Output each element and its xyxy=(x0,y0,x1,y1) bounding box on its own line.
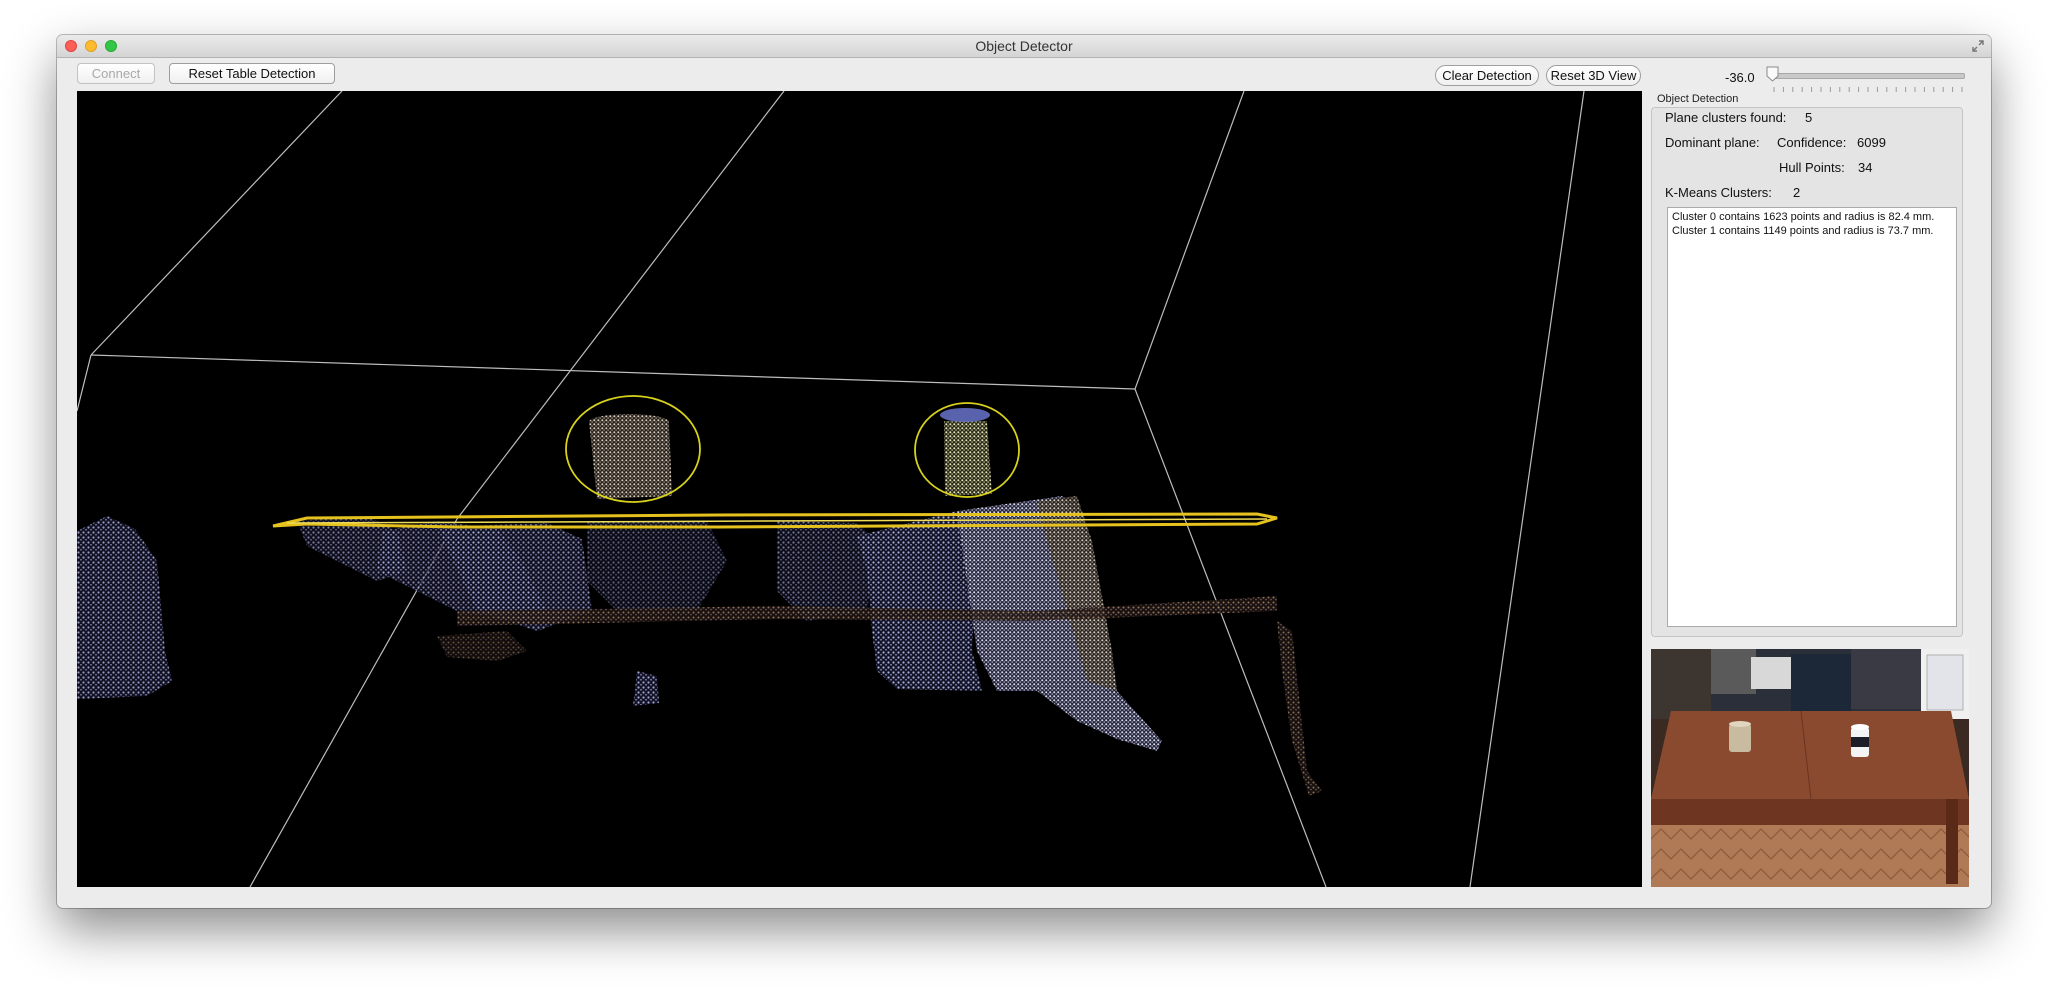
point-cloud-canvas xyxy=(77,91,1585,887)
fullscreen-icon[interactable] xyxy=(1971,39,1985,53)
slider-thumb[interactable] xyxy=(1766,66,1779,82)
slider-track[interactable] xyxy=(1773,73,1965,79)
hull-points-label: Hull Points: xyxy=(1779,160,1845,175)
rotation-slider[interactable]: -36.0 xyxy=(1725,63,1965,93)
window-title: Object Detector xyxy=(975,38,1073,54)
table-plane-hull xyxy=(272,512,1278,529)
plane-clusters-value: 5 xyxy=(1805,110,1813,125)
object-detection-group-title: Object Detection xyxy=(1657,93,1739,105)
clear-detection-button[interactable]: Clear Detection xyxy=(1435,65,1539,86)
point-cloud-viewport[interactable] xyxy=(77,91,1642,887)
app-window: Object Detector Connect Reset Table Dete… xyxy=(57,35,1991,908)
reset-3d-view-button[interactable]: Reset 3D View xyxy=(1546,65,1641,86)
reset-table-detection-button[interactable]: Reset Table Detection xyxy=(169,63,335,84)
point-cloud xyxy=(77,408,1322,796)
bounding-box-wireframe xyxy=(77,91,1585,887)
title-bar: Object Detector xyxy=(57,35,1991,58)
plane-clusters-label: Plane clusters found: xyxy=(1665,110,1787,125)
dominant-plane-label: Dominant plane: xyxy=(1665,135,1760,150)
camera-preview xyxy=(1651,649,1969,887)
confidence-label: Confidence: xyxy=(1777,135,1847,150)
kmeans-clusters-value: 2 xyxy=(1793,185,1801,200)
hull-points-value: 34 xyxy=(1858,160,1873,175)
slider-ticks xyxy=(1773,87,1963,92)
cluster-result-line: Cluster 1 contains 1149 points and radiu… xyxy=(1672,225,1934,237)
cluster-results-textarea[interactable]: Cluster 0 contains 1623 points and radiu… xyxy=(1667,207,1957,627)
connect-button[interactable]: Connect xyxy=(77,63,155,84)
slider-value: -36.0 xyxy=(1725,70,1755,85)
kmeans-clusters-label: K-Means Clusters: xyxy=(1665,185,1772,200)
cluster-result-line: Cluster 0 contains 1623 points and radiu… xyxy=(1672,211,1935,223)
confidence-value: 6099 xyxy=(1857,135,1886,150)
